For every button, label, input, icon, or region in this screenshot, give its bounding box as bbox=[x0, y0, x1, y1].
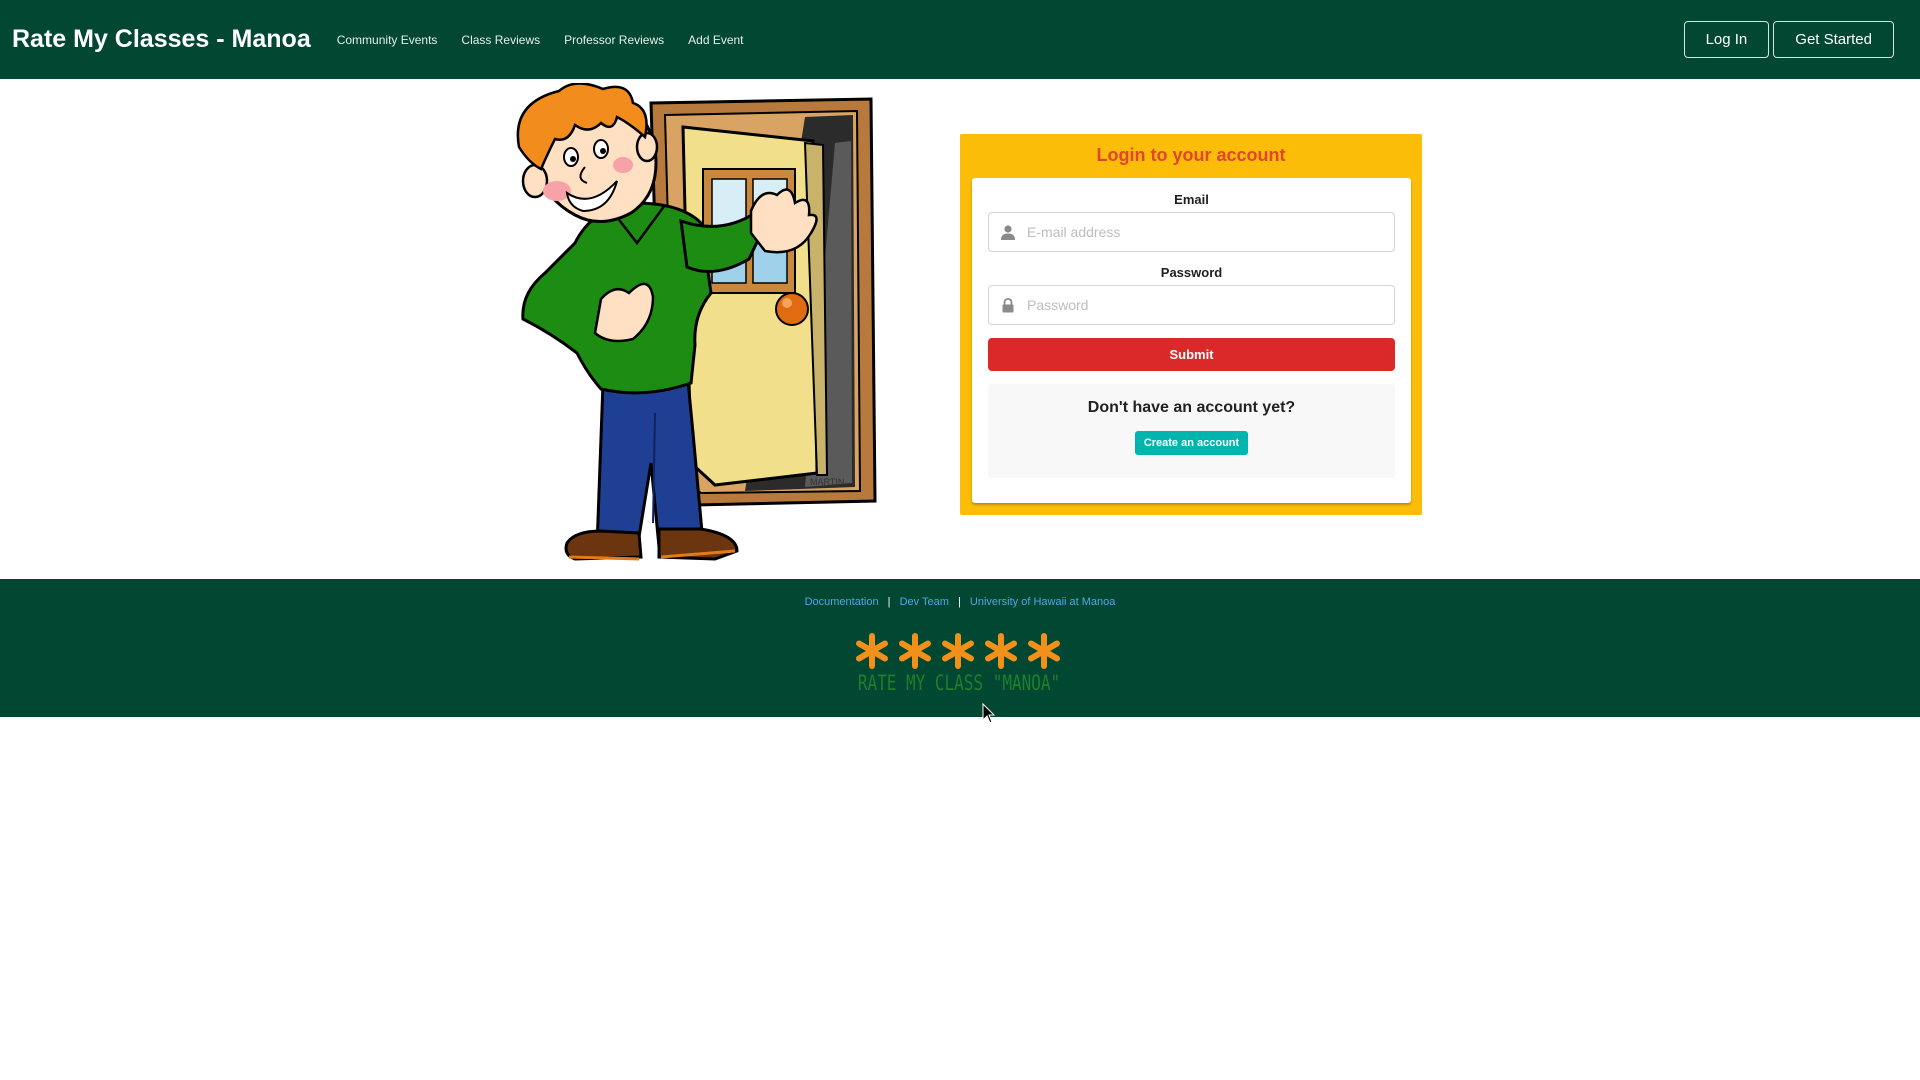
login-card: Login to your account Email Password Sub… bbox=[960, 134, 1422, 515]
star-icon bbox=[942, 633, 974, 669]
create-account-button[interactable]: Create an account bbox=[1134, 431, 1249, 455]
footer-link-uh-manoa[interactable]: University of Hawaii at Manoa bbox=[970, 596, 1116, 608]
footer-links: Documentation | Dev Team | University of… bbox=[0, 596, 1920, 608]
star-icon bbox=[899, 633, 931, 669]
footer-logo: RATE MY CLASS "MANOA" bbox=[851, 629, 1067, 699]
email-input[interactable] bbox=[989, 213, 1394, 251]
brand-title[interactable]: Rate My Classes - Manoa bbox=[12, 25, 311, 54]
email-label: Email bbox=[1174, 192, 1209, 207]
nav-actions: Log In Get Started bbox=[1683, 21, 1894, 58]
submit-button[interactable]: Submit bbox=[988, 338, 1395, 371]
illustration-signature: MARTIN bbox=[810, 477, 844, 487]
footer-logo-text: RATE MY CLASS "MANOA" bbox=[857, 669, 1061, 696]
star-icon bbox=[1028, 633, 1060, 669]
main-content: MARTIN Login to your account Email E-mai… bbox=[0, 79, 1920, 579]
login-button[interactable]: Log In bbox=[1683, 21, 1770, 58]
top-navbar: Rate My Classes - Manoa Community Events… bbox=[0, 0, 1920, 79]
footer-separator: | bbox=[957, 596, 961, 608]
email-input-wrapper bbox=[988, 212, 1395, 252]
password-input-wrapper bbox=[988, 285, 1395, 325]
star-icon bbox=[985, 633, 1017, 669]
nav-link-add-event[interactable]: Add Event bbox=[676, 33, 755, 47]
footer-link-dev-team[interactable]: Dev Team bbox=[900, 596, 949, 608]
login-form: Email Password Submit Don't have an acco… bbox=[972, 178, 1411, 503]
nav-link-class-reviews[interactable]: Class Reviews bbox=[449, 33, 552, 47]
nav-link-community-events[interactable]: Community Events bbox=[325, 33, 450, 47]
nav-link-professor-reviews[interactable]: Professor Reviews bbox=[552, 33, 676, 47]
welcome-door-illustration: MARTIN bbox=[516, 83, 877, 561]
footer: Documentation | Dev Team | University of… bbox=[0, 579, 1920, 717]
footer-separator: | bbox=[887, 596, 891, 608]
footer-link-documentation[interactable]: Documentation bbox=[805, 596, 879, 608]
signup-message: Don't have an account yet? Create an acc… bbox=[988, 384, 1395, 478]
password-label: Password bbox=[1160, 265, 1223, 280]
mouse-cursor-icon bbox=[982, 703, 996, 724]
star-icon bbox=[856, 633, 888, 669]
signup-prompt: Don't have an account yet? bbox=[1087, 399, 1296, 416]
get-started-button[interactable]: Get Started bbox=[1773, 21, 1894, 58]
rating-stars-logo bbox=[856, 633, 1060, 669]
password-input[interactable] bbox=[989, 286, 1394, 324]
login-title: Login to your account bbox=[1096, 145, 1286, 165]
